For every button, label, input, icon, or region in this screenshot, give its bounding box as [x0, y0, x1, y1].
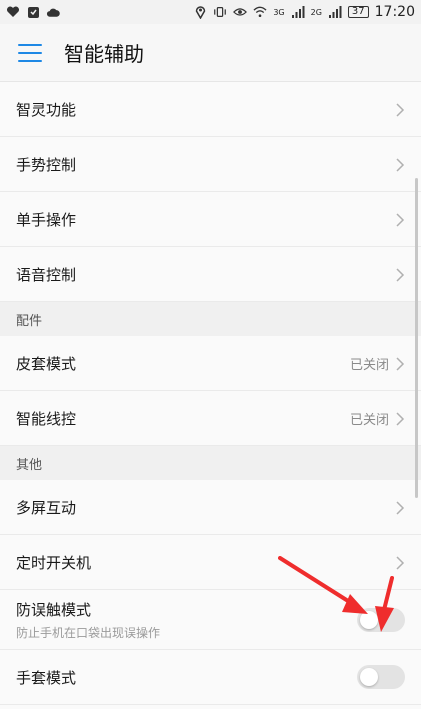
hamburger-icon[interactable]: [18, 43, 42, 62]
toggle-knob: [360, 668, 378, 686]
app-bar: 智能辅助: [0, 24, 421, 82]
row-subtitle: 防止手机在口袋出现误操作: [16, 625, 161, 640]
signal-2g-icon: [328, 5, 342, 19]
row-status: 已关闭: [349, 357, 389, 373]
page-title: 智能辅助: [64, 42, 144, 66]
chevron-right-icon: [395, 102, 405, 117]
battery-indicator: 37: [347, 6, 369, 18]
cloud-icon: [46, 5, 60, 19]
accidental-touch-toggle[interactable]: [357, 607, 405, 632]
row-label: 单手操作: [16, 210, 77, 229]
row-gesture[interactable]: 手势控制: [0, 137, 421, 192]
chevron-right-icon: [395, 267, 405, 282]
row-one-hand[interactable]: 单手操作: [0, 192, 421, 247]
signal-3g-icon: [291, 5, 305, 19]
status-left: [6, 5, 60, 19]
row-label: 多屏互动: [16, 498, 77, 517]
row-cover-mode[interactable]: 皮套模式 已关闭: [0, 336, 421, 391]
section-header-other: 其他: [0, 446, 421, 480]
chevron-right-icon: [395, 411, 405, 426]
wifi-icon: [253, 5, 267, 19]
row-voice-control[interactable]: 语音控制: [0, 247, 421, 302]
eye-icon: [233, 5, 248, 19]
row-status: 已关闭: [349, 412, 389, 428]
row-smart-wire-control[interactable]: 智能线控 已关闭: [0, 391, 421, 446]
row-label: 语音控制: [16, 265, 77, 284]
chevron-right-icon: [395, 157, 405, 172]
row-label: 智能线控: [16, 409, 77, 428]
row-label: 防误触模式: [16, 600, 92, 619]
row-label: 皮套模式: [16, 354, 77, 373]
message-icon: [26, 5, 40, 19]
status-right: 3G 2G 37 17:20: [193, 4, 415, 20]
row-zhiling[interactable]: 智灵功能: [0, 82, 421, 137]
row-label: 定时开关机: [16, 553, 92, 572]
scrollbar[interactable]: [415, 178, 418, 498]
location-icon: [193, 5, 207, 19]
settings-list[interactable]: 智灵功能 手势控制 单手操作 语音控制 配件 皮套模式 已关闭 智能线控 已关闭…: [0, 82, 421, 709]
row-multi-screen[interactable]: 多屏互动: [0, 480, 421, 535]
section-header-accessory: 配件: [0, 302, 421, 336]
signal-3g-label: 3G: [273, 7, 285, 17]
toggle-knob: [360, 610, 378, 629]
chevron-right-icon: [395, 555, 405, 570]
row-scheduled-power[interactable]: 定时开关机: [0, 535, 421, 590]
vibrate-icon: [213, 5, 227, 19]
clock: 17:20: [374, 4, 415, 20]
row-label: 手势控制: [16, 155, 77, 174]
signal-2g-label: 2G: [310, 7, 322, 17]
glove-mode-toggle[interactable]: [357, 665, 405, 689]
chevron-right-icon: [395, 212, 405, 227]
row-label: 手套模式: [16, 668, 77, 687]
chevron-right-icon: [395, 356, 405, 371]
chevron-right-icon: [395, 500, 405, 515]
heart-icon: [6, 5, 20, 19]
row-glove-mode[interactable]: 手套模式: [0, 650, 421, 705]
row-label: 智灵功能: [16, 100, 77, 119]
row-accidental-touch[interactable]: 防误触模式 防止手机在口袋出现误操作: [0, 590, 421, 650]
status-bar: 3G 2G 37 17:20: [0, 0, 421, 24]
